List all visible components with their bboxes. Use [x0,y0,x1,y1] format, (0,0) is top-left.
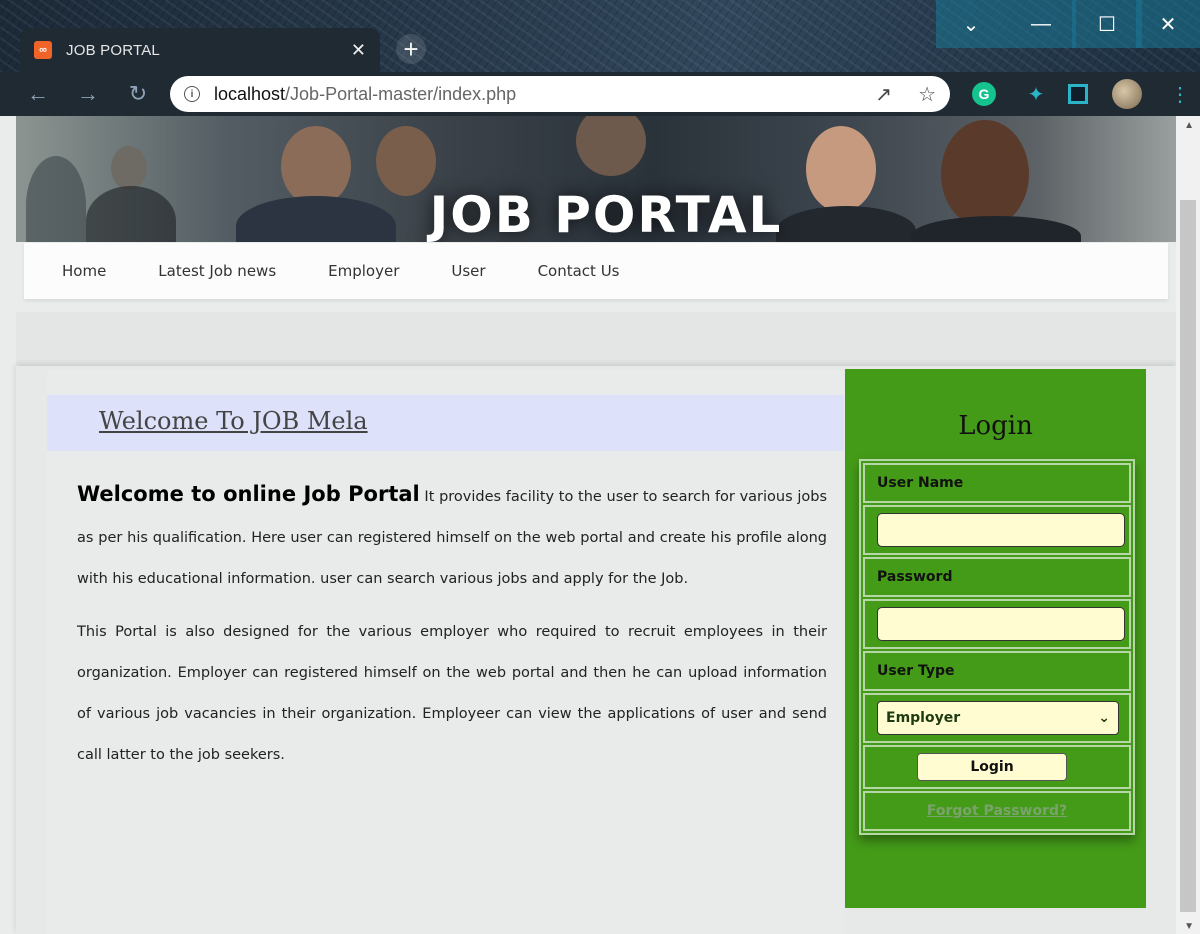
password-label: Password [877,569,953,585]
password-input-row [863,599,1131,649]
username-input[interactable] [877,513,1125,547]
tab-title: JOB PORTAL [66,41,160,59]
address-bar[interactable]: i localhost/Job-Portal-master/index.php … [170,76,950,112]
login-title: Login [958,411,1033,441]
site-banner: JOB PORTAL [16,116,1176,242]
scroll-down-arrow-icon[interactable]: ▼ [1184,921,1194,932]
username-label-row: User Name [863,463,1131,503]
url-path: /Job-Portal-master/index.php [285,83,517,104]
nav-employer[interactable]: Employer [328,262,399,280]
chevron-down-icon: ⌄ [1098,710,1110,726]
browser-toolbar: ← → ↻ i localhost/Job-Portal-master/inde… [0,72,1200,116]
welcome-heading[interactable]: Welcome To JOB Mela [99,407,368,435]
profile-avatar[interactable] [1112,79,1142,109]
page-viewport: JOB PORTAL Home Latest Job news Employer… [0,116,1200,934]
close-window-button[interactable]: ✕ [1136,0,1200,48]
spacer-strip [16,312,1176,366]
url-host: localhost [214,83,286,104]
forward-icon[interactable]: → [74,80,102,108]
nav-latest-job-news[interactable]: Latest Job news [158,262,276,280]
main-nav: Home Latest Job news Employer User Conta… [24,243,1168,299]
share-icon[interactable]: ↗ [875,82,892,107]
main-content: Welcome To JOB Mela Welcome to online Jo… [47,370,844,934]
welcome-bar: Welcome To JOB Mela [47,395,844,451]
employer-paragraph: This Portal is also designed for the var… [77,624,827,763]
usertype-selected: Employer [886,710,961,726]
xampp-icon: ∞ [34,41,52,59]
username-label: User Name [877,475,964,491]
side-panel-icon[interactable] [1068,84,1088,104]
grammarly-extension-icon[interactable]: G [972,82,996,106]
intro-paragraph: Welcome to online Job Portal It provides… [77,474,827,600]
usertype-select[interactable]: Employer ⌄ [877,701,1119,735]
new-tab-button[interactable]: + [396,34,426,64]
close-tab-icon[interactable]: ✕ [351,40,366,61]
nav-home[interactable]: Home [62,262,106,280]
browser-menu-icon[interactable]: ⋮ [1168,82,1192,106]
login-panel: Login User Name Password User Type Emplo… [845,369,1146,908]
maximize-button[interactable]: ☐ [1072,0,1142,48]
scroll-up-arrow-icon[interactable]: ▲ [1184,120,1194,131]
forgot-row: Forgot Password? [863,791,1131,831]
scroll-thumb[interactable] [1180,200,1196,912]
vertical-scrollbar[interactable]: ▲ ▼ [1176,116,1200,934]
banner-title: JOB PORTAL [429,186,783,242]
intro-lead: Welcome to online Job Portal [77,482,420,506]
password-label-row: Password [863,557,1131,597]
nav-contact-us[interactable]: Contact Us [538,262,620,280]
usertype-label-row: User Type [863,651,1131,691]
reload-icon[interactable]: ↻ [124,80,152,108]
password-input[interactable] [877,607,1125,641]
usertype-label: User Type [877,663,955,679]
username-input-row [863,505,1131,555]
login-button-row: Login [863,745,1131,789]
browser-titlebar: ∞ JOB PORTAL ✕ + ⌄ — ☐ ✕ [0,0,1200,72]
minimize-button[interactable]: — [1006,0,1076,48]
tab-search-icon[interactable]: ⌄ [936,0,1006,48]
bookmark-star-icon[interactable]: ☆ [918,82,936,107]
browser-tab[interactable]: ∞ JOB PORTAL ✕ [20,28,380,72]
extensions-puzzle-icon[interactable]: ✦ [1024,82,1048,106]
usertype-select-row: Employer ⌄ [863,693,1131,743]
site-info-icon[interactable]: i [184,86,200,102]
forgot-password-link[interactable]: Forgot Password? [927,803,1067,819]
nav-user[interactable]: User [451,262,485,280]
back-icon[interactable]: ← [24,80,52,108]
login-button[interactable]: Login [917,753,1067,781]
login-form: User Name Password User Type Employer ⌄ [859,459,1135,835]
